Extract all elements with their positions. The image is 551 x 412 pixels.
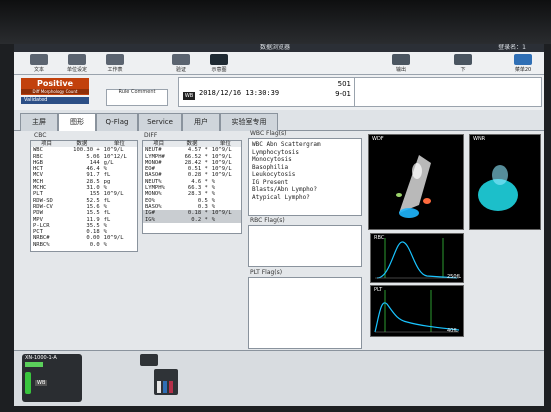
wbc-flag-item: WBC Abn Scattergram — [252, 141, 321, 148]
diff-row[interactable]: BASO# 0.28 * 10^9/L — [143, 172, 241, 178]
display-icon — [210, 54, 228, 65]
mode-badge: WB — [183, 92, 195, 100]
rbc-flags-title: RBC Flag(s) — [250, 217, 285, 224]
tab-bar: 主屏 图形 Q-Flag Service 用户 实验室专用 — [14, 110, 544, 131]
sample-datetime: 2018/12/16 13:30:39 — [199, 89, 280, 97]
diff-row[interactable]: NEUT# 4.57 * 10^9/L — [143, 147, 241, 153]
wbc-flag-item: Lymphocytosis — [252, 148, 299, 156]
arrow-down-icon — [454, 54, 472, 65]
diff-unit: % — [209, 216, 241, 223]
tab-main[interactable]: 主屏 — [20, 113, 58, 131]
screen: 数据浏览器 登录名：1 文本 单位设定 工作表 验证 示意图 输出 下 菜单20… — [14, 44, 544, 406]
tab-qflag[interactable]: Q-Flag — [96, 113, 138, 131]
clipboard-check-icon — [172, 54, 190, 65]
cbc-title: CBC — [34, 132, 47, 139]
wdf-label: WDF — [372, 136, 384, 142]
diff-title: DIFF — [144, 132, 158, 139]
tab-service[interactable]: Service — [138, 113, 182, 131]
rack-position: 9-01 — [335, 90, 351, 98]
patient-info-box — [354, 77, 542, 107]
validate-button[interactable]: 验证 — [164, 53, 198, 73]
cbc-row[interactable]: NRBC% 0.0% — [31, 242, 137, 248]
wdf-plot-graphic — [396, 155, 431, 218]
unit-settings-button[interactable]: 单位设定 — [60, 53, 94, 73]
unit-icon — [68, 54, 86, 65]
rbc-axis-label: 250fL — [447, 274, 462, 280]
analyzer-status-panel[interactable]: XN-1000-1-A WB — [22, 354, 82, 402]
status-led-icon — [25, 372, 31, 394]
rule-comment-box[interactable]: Rule Comment — [106, 89, 168, 106]
rack-icon[interactable] — [154, 369, 178, 395]
home-icon — [514, 54, 532, 65]
wbc-flag-item: Blasts/Abn Lympho? — [252, 186, 318, 193]
title-bar: 数据浏览器 登录名：1 — [14, 44, 544, 52]
diff-item: IG% — [143, 216, 175, 223]
rbc-histogram[interactable]: RBC 250fL — [370, 233, 464, 283]
analyzer-dock: XN-1000-1-A WB — [14, 350, 544, 406]
toolbar: 文本 单位设定 工作表 验证 示意图 输出 下 菜单20 — [14, 52, 544, 75]
cbc-table-panel: 项目 数据 单位 WBC 100.30 +10^9/L RBC 5.06 10^12/L… — [30, 140, 138, 252]
sample-box: WB 2018/12/16 13:30:39 501 9-01 — [178, 77, 356, 107]
diff-row[interactable]: LYMPH# 66.52 * 10^9/L — [143, 154, 241, 160]
cbc-unit: % — [103, 241, 107, 248]
menu-button[interactable]: 菜单20 — [506, 53, 540, 73]
wbc-flags-panel[interactable]: WBC Abn Scattergram Lymphocytosis Monocyto… — [248, 138, 362, 216]
wbc-flag-item: Leukocytosis — [252, 171, 296, 178]
positive-badge: Positive Diff Morphology Count — [21, 78, 89, 95]
validated-badge: Validated — [21, 97, 89, 104]
cbc-table: 项目 数据 单位 WBC 100.30 +10^9/L RBC 5.06 10^12/L… — [31, 141, 137, 248]
window-title: 数据浏览器 — [260, 44, 291, 51]
output-button[interactable]: 输出 — [384, 53, 418, 73]
upload-icon — [392, 54, 410, 65]
next-button[interactable]: 下 — [446, 53, 480, 73]
display-button[interactable]: 示意图 — [202, 53, 236, 73]
sample-number: 501 — [337, 80, 351, 88]
cbc-item: NRBC% — [33, 241, 50, 248]
tab-graph[interactable]: 图形 — [58, 113, 96, 131]
plt-flags-title: PLT Flag(s) — [250, 269, 283, 276]
sample-info-bar: Positive Diff Morphology Count Validated… — [14, 75, 544, 110]
document-icon — [30, 54, 48, 65]
wnr-label: WNR — [473, 136, 486, 142]
text-button[interactable]: 文本 — [22, 53, 56, 73]
cbc-value: 0.0 — [89, 241, 100, 248]
tab-lab[interactable]: 实验室专用 — [220, 113, 278, 131]
plt-label: PLT — [374, 287, 383, 293]
diff-table-panel: 项目 数据 单位 NEUT# 4.57 * 10^9/L LYMPH# 66.52 * 1… — [142, 140, 242, 234]
analyzer-name: XN-1000-1-A — [25, 355, 57, 361]
plt-axis-label: 40fL — [447, 328, 458, 334]
monitor-bezel — [0, 0, 551, 44]
worksheet-icon — [106, 54, 124, 65]
wbc-flags-list: WBC Abn Scattergram Lymphocytosis Monocyto… — [249, 139, 361, 203]
wbc-flag-item: Atypical Lympho? — [252, 193, 310, 201]
plt-flags-panel[interactable] — [248, 277, 362, 349]
wbc-flag-item: Monocytosis — [252, 156, 292, 163]
diff-table: 项目 数据 单位 NEUT# 4.57 * 10^9/L LYMPH# 66.52 * 1… — [143, 141, 241, 223]
sampler-icon[interactable] — [140, 354, 158, 366]
tab-user[interactable]: 用户 — [182, 113, 220, 131]
rbc-label: RBC — [374, 235, 385, 241]
wdf-scattergram[interactable]: WDF — [368, 134, 464, 230]
rbc-flags-panel[interactable] — [248, 225, 362, 267]
diff-row[interactable]: IG% 0.2 *% — [143, 216, 241, 223]
analyzer-mode: WB — [35, 380, 48, 386]
wbc-flags-title: WBC Flag(s) — [250, 130, 287, 137]
graph-tab-content: CBC 项目 数据 单位 WBC 100.30 +10^9/L RBC 5.06 10^… — [14, 130, 544, 350]
diff-value: 0.2 * — [174, 216, 210, 223]
wnr-plot-graphic — [478, 165, 518, 211]
wbc-flag-item: Basophilia — [252, 163, 289, 171]
plt-histogram[interactable]: PLT 40fL — [370, 285, 464, 337]
analyzer-status-bar — [25, 362, 43, 367]
worksheet-button[interactable]: 工作表 — [98, 53, 132, 73]
wbc-flag-item: IG Present — [252, 178, 289, 186]
login-name: 登录名：1 — [498, 44, 526, 51]
wnr-scattergram[interactable]: WNR — [469, 134, 541, 230]
